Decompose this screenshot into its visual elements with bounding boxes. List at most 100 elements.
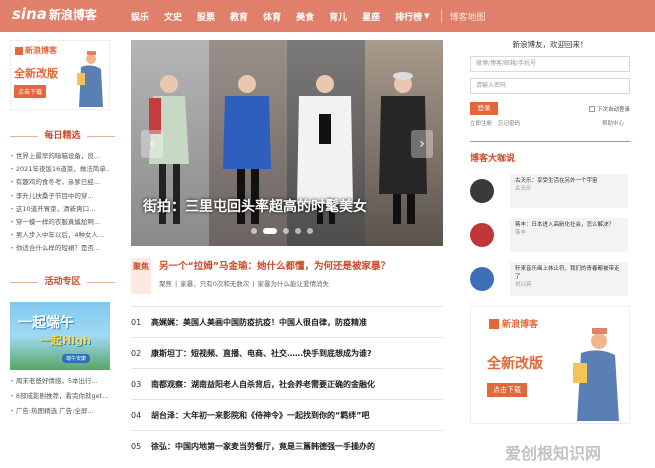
sina-blog-mark-icon bbox=[15, 46, 23, 55]
nav-item-blog-map[interactable]: 博客地图 bbox=[450, 10, 486, 23]
app-promo-large[interactable]: 新浪博客 全新改版 点击下载 bbox=[470, 306, 630, 424]
list-item[interactable]: 穿一模一样的衣服真尴尬啊... bbox=[10, 216, 110, 229]
list-item[interactable]: 周末老爸好情感，5本出行... bbox=[10, 374, 110, 389]
banner-pill: 端午安康 bbox=[62, 353, 91, 363]
focus-tag: 聚焦 bbox=[131, 258, 151, 294]
password-input[interactable]: 请输入密码 bbox=[470, 78, 630, 94]
sina-blog-mark-icon bbox=[489, 318, 499, 329]
daily-picks-list: 世界上最早的暗箱设备，良... 2021年夜饭16道菜，做法简单... 有趣鸡的… bbox=[10, 150, 115, 256]
promo-download-button[interactable]: 点击下载 bbox=[487, 383, 527, 397]
news-title[interactable]: 胡台泽：大年初一来影院和《侍神令》一起找到你的“羁绊”吧 bbox=[151, 410, 370, 421]
main-nav: 娱乐 文史 股票 教育 体育 美食 育儿 星座 排行榜 ▼ 博客地图 bbox=[131, 0, 501, 32]
carousel-dot[interactable] bbox=[251, 228, 257, 234]
promo-headline: 全新改版 bbox=[14, 67, 58, 80]
list-item[interactable]: 你适合什么样的短裙？是否... bbox=[10, 242, 110, 255]
nav-item-edu[interactable]: 教育 bbox=[230, 10, 248, 23]
nav-item-sports[interactable]: 体育 bbox=[263, 10, 281, 23]
nav-divider bbox=[440, 9, 442, 23]
watermark: 爱创根知识网 bbox=[505, 444, 602, 463]
carousel-next-arrow-icon[interactable]: › bbox=[411, 130, 433, 158]
promo-brand-label: 新浪博客 bbox=[25, 46, 57, 55]
photo-carousel[interactable]: 街拍：三里屯回头率超高的时髦美女 ‹ › bbox=[131, 40, 443, 246]
list-item[interactable]: 这10道开胃菜，清新爽口... bbox=[10, 203, 110, 216]
feature-headline[interactable]: 另一个“拉姆”马金瑜：她什么都懂，为何还是被家暴？ bbox=[159, 258, 390, 272]
celebrity-quote: 古天乐：享受生活在另外一个宇宙 bbox=[515, 178, 598, 184]
help-center-link[interactable]: 帮助中心 bbox=[602, 119, 624, 127]
welcome-text: 新浪博友，欢迎回来！ bbox=[512, 40, 588, 49]
activity-banner[interactable]: 一起端午 一起High 端午安康 bbox=[10, 301, 110, 370]
list-item[interactable]: 广告:热图精选 广告:全屏... bbox=[10, 404, 110, 419]
register-link[interactable]: 立即注册 bbox=[470, 119, 492, 127]
list-item[interactable]: 04 胡台泽：大年初一来影院和《侍神令》一起找到你的“羁绊”吧 bbox=[131, 399, 443, 430]
logo-sina-text: sina bbox=[12, 5, 47, 23]
login-button[interactable]: 登录 bbox=[470, 102, 498, 115]
list-item[interactable]: 轩来音乐画上休止符，我们的青春都被带走了 刘兴亮 bbox=[470, 260, 630, 298]
ranking-label: 排行榜 bbox=[395, 12, 423, 23]
list-item[interactable]: 有趣鸡的食冬考，亲爹已经... bbox=[10, 176, 110, 189]
list-item[interactable]: 02 康斯坦丁：短视频、直播、电商、社交……快手到底想成为谁? bbox=[131, 337, 443, 368]
list-item[interactable]: 05 徐弘：中国内地第一家麦当劳餐厅，竟是三簋韩德强一手操办的 bbox=[131, 430, 443, 461]
center-column: 街拍：三里屯回头率超高的时髦美女 ‹ › 聚焦 另一个“拉姆”马金瑜：她什么都懂… bbox=[131, 40, 443, 461]
list-item[interactable]: 男人步入中年以后，4种女人... bbox=[10, 229, 110, 242]
sina-blog-logo[interactable]: sina 新浪博客 bbox=[12, 5, 97, 23]
carousel-dot[interactable] bbox=[283, 228, 289, 234]
feature-sublink[interactable]: 家暴为什么能让爱情消失 bbox=[258, 280, 330, 288]
celebrity-quote: 轩来音乐画上休止符，我们的青春都被带走了 bbox=[515, 266, 620, 280]
news-title[interactable]: 南都观察：湖南益阳老人自杀背后，社会养老需要正确的金融化 bbox=[151, 379, 375, 390]
nav-item-food[interactable]: 美食 bbox=[296, 10, 314, 23]
activity-list: 周末老爸好情感，5本出行... 8部成影剧推荐，看完你就get... 广告:热图… bbox=[10, 374, 115, 419]
news-number: 02 bbox=[131, 348, 142, 358]
list-item[interactable]: 蒋丰：日本进入高龄化社会，怎么解决？ 蒋丰 bbox=[470, 216, 630, 254]
daily-picks-heading: 每日精选 bbox=[38, 131, 87, 141]
carousel-dot-active[interactable] bbox=[263, 228, 277, 234]
list-item[interactable]: 2021年夜饭16道菜，做法简单... bbox=[10, 163, 110, 176]
news-number: 03 bbox=[131, 379, 142, 389]
nav-item-ranking[interactable]: 排行榜 ▼ bbox=[395, 10, 429, 23]
list-item[interactable]: 03 南都观察：湖南益阳老人自杀背后，社会养老需要正确的金融化 bbox=[131, 368, 443, 399]
list-item[interactable]: 世界上最早的暗箱设备，良... bbox=[10, 150, 110, 163]
username-input[interactable]: 微博/博客/邮箱/手机号 bbox=[470, 56, 630, 72]
nav-item-parenting[interactable]: 育儿 bbox=[329, 10, 347, 23]
nav-item-history[interactable]: 文史 bbox=[164, 10, 182, 23]
feature-sublink[interactable]: 聚焦 bbox=[159, 280, 172, 288]
news-number: 01 bbox=[131, 317, 142, 327]
carousel-dot[interactable] bbox=[307, 228, 313, 234]
celebrity-card[interactable]: 轩来音乐画上休止符，我们的青春都被带走了 刘兴亮 bbox=[510, 262, 628, 296]
auto-login-toggle[interactable]: 下次自动登录 bbox=[588, 105, 630, 113]
news-number: 04 bbox=[131, 410, 142, 420]
carousel-caption[interactable]: 街拍：三里屯回头率超高的时髦美女 bbox=[143, 196, 367, 216]
feature-sublink[interactable]: 家暴，只有0次和无数次 bbox=[180, 280, 249, 288]
news-number: 05 bbox=[131, 441, 142, 451]
account-links: 立即注册 忘记密码 帮助中心 bbox=[470, 119, 630, 127]
nav-item-stock[interactable]: 股票 bbox=[197, 10, 215, 23]
news-title[interactable]: 高娓娓：美国人美画中国防疫抗疫！中国人很自律，防疫精准 bbox=[151, 317, 367, 328]
celebrity-card[interactable]: 古天乐：享受生活在另外一个宇宙 古天乐 bbox=[510, 174, 628, 208]
carousel-prev-arrow-icon[interactable]: ‹ bbox=[141, 130, 163, 158]
checkbox-icon[interactable] bbox=[588, 105, 595, 112]
promo-figure-illustration bbox=[573, 328, 619, 421]
list-item[interactable]: 8部成影剧推荐，看完你就get... bbox=[10, 389, 110, 404]
list-item[interactable]: 古天乐：享受生活在另外一个宇宙 古天乐 bbox=[470, 172, 630, 210]
promo-download-button[interactable]: 点击下载 bbox=[14, 85, 47, 98]
avatar[interactable] bbox=[470, 267, 494, 291]
focus-feature: 聚焦 另一个“拉姆”马金瑜：她什么都懂，为何还是被家暴？ 聚焦 | 家暴，只有0次和… bbox=[131, 258, 443, 294]
left-column: 新浪博客 全新改版 点击下载 每日精选 世界上最早的暗箱设备，良... 2021… bbox=[10, 40, 115, 419]
nav-item-astro[interactable]: 星座 bbox=[362, 10, 380, 23]
nav-item-ent[interactable]: 娱乐 bbox=[131, 10, 149, 23]
forgot-password-link[interactable]: 忘记密码 bbox=[498, 119, 520, 127]
news-list: 01 高娓娓：美国人美画中国防疫抗疫！中国人很自律，防疫精准 02 康斯坦丁：短视频… bbox=[131, 306, 443, 461]
celebrity-card[interactable]: 蒋丰：日本进入高龄化社会，怎么解决？ 蒋丰 bbox=[510, 218, 628, 252]
news-title[interactable]: 康斯坦丁：短视频、直播、电商、社交……快手到底想成为谁? bbox=[151, 348, 372, 359]
list-item[interactable]: 李升儿扶桑子节目中的穿... bbox=[10, 190, 110, 203]
list-item[interactable]: 01 高娓娓：美国人美画中国防疫抗疫！中国人很自律，防疫精准 bbox=[131, 306, 443, 337]
avatar[interactable] bbox=[470, 179, 494, 203]
chevron-down-icon: ▼ bbox=[424, 12, 430, 20]
promo-headline: 全新改版 bbox=[487, 356, 543, 372]
blog-celebrity-title: 博客大咖说 bbox=[470, 141, 630, 164]
carousel-dot[interactable] bbox=[295, 228, 301, 234]
news-title[interactable]: 徐弘：中国内地第一家麦当劳餐厅，竟是三簋韩德强一手操办的 bbox=[151, 441, 375, 452]
promo-brand-label: 新浪博客 bbox=[502, 320, 539, 330]
app-promo-small[interactable]: 新浪博客 全新改版 点击下载 bbox=[10, 40, 110, 110]
avatar[interactable] bbox=[470, 223, 494, 247]
promo-brand: 新浪博客 bbox=[15, 45, 57, 56]
